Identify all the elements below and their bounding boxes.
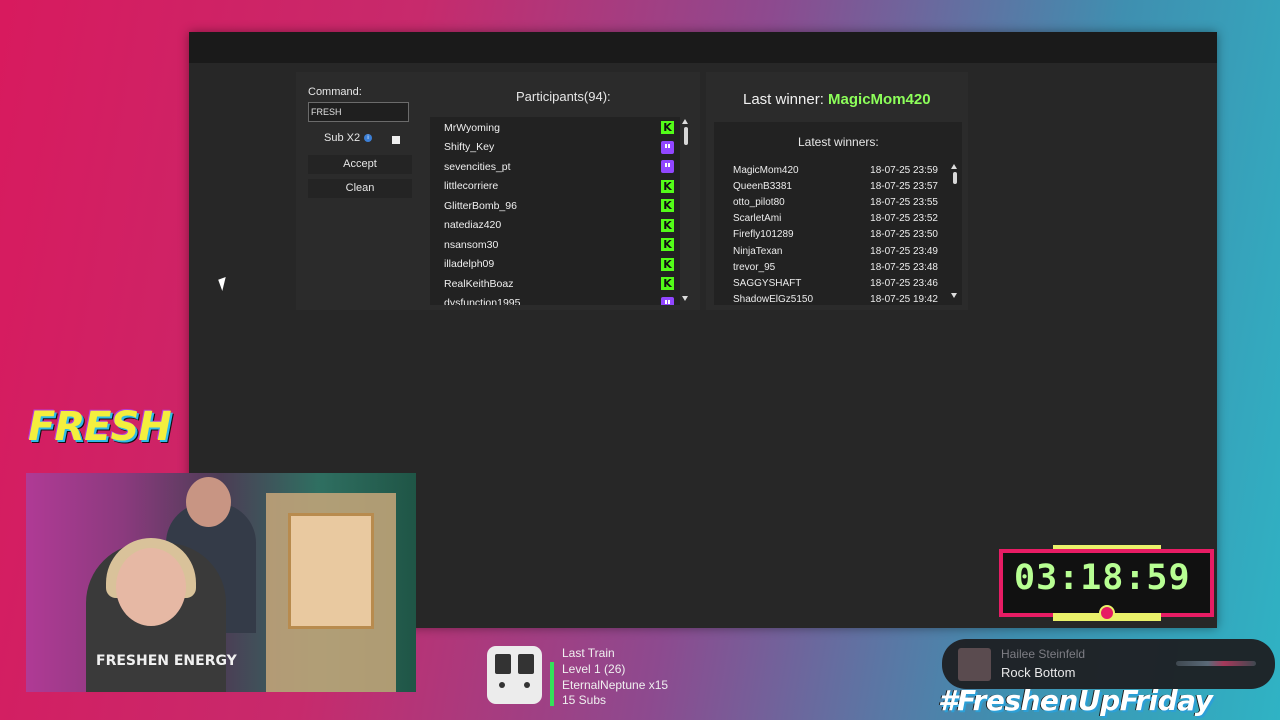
- winner-row[interactable]: SAGGYSHAFT 18-07-25 23:46: [733, 275, 938, 291]
- train-divider: [550, 662, 554, 706]
- winner-name: Firefly101289: [733, 229, 794, 241]
- winners-scrollbar[interactable]: [951, 164, 959, 302]
- scroll-thumb[interactable]: [953, 172, 957, 184]
- timer-value: 03:18:59: [1014, 558, 1191, 598]
- latest-winners-list[interactable]: MagicMom420 18-07-25 23:59 QueenB3381 18-07…: [0, 0, 1280, 305]
- webcam-person-seated-head: [116, 548, 186, 626]
- winner-row[interactable]: Firefly101289 18-07-25 23:50: [733, 227, 938, 243]
- winner-time: 18-07-25 23:49: [870, 245, 938, 257]
- train-subs: 15 Subs: [562, 693, 607, 707]
- winner-name: MagicMom420: [733, 164, 799, 176]
- winner-time: 18-07-25 23:57: [870, 180, 938, 192]
- train-title: Last Train: [562, 646, 615, 660]
- train-icon: [487, 646, 542, 704]
- winner-name: NinjaTexan: [733, 245, 783, 257]
- album-art: [958, 648, 991, 681]
- winner-time: 18-07-25 23:55: [870, 196, 938, 208]
- winner-time: 18-07-25 23:52: [870, 213, 938, 225]
- winner-row[interactable]: ScarletAmi 18-07-25 23:52: [733, 211, 938, 227]
- now-playing-progress: [1176, 661, 1256, 666]
- winner-row[interactable]: NinjaTexan 18-07-25 23:49: [733, 243, 938, 259]
- now-playing-artist: Hailee Steinfeld: [1001, 647, 1086, 661]
- timer-badge-icon: [1099, 605, 1115, 621]
- scroll-down-icon[interactable]: [951, 293, 957, 298]
- webcam-plinko-board: [288, 513, 374, 629]
- webcam-shirt-text: FRESHEN ENERGY: [96, 653, 237, 669]
- winner-row[interactable]: trevor_95 18-07-25 23:48: [733, 259, 938, 275]
- fresh-logo: FRESH: [28, 404, 172, 450]
- winner-name: trevor_95: [733, 261, 776, 273]
- train-level: Level 1 (26): [562, 662, 626, 676]
- winner-name: QueenB3381: [733, 180, 792, 192]
- winner-name: ShadowElGz5150: [733, 294, 814, 305]
- webcam-person-standing-head: [186, 477, 231, 527]
- hashtag-banner: #FreshenUpFriday: [938, 684, 1213, 717]
- winner-row[interactable]: MagicMom420 18-07-25 23:59: [733, 162, 938, 178]
- now-playing-title: Rock Bottom: [1001, 665, 1076, 680]
- winner-row[interactable]: QueenB3381 18-07-25 23:57: [733, 178, 938, 194]
- winner-time: 18-07-25 23:48: [870, 261, 938, 273]
- winner-time: 18-07-25 23:59: [870, 164, 938, 176]
- winner-time: 18-07-25 19:42: [870, 294, 938, 305]
- winner-name: otto_pilot80: [733, 196, 785, 208]
- winner-time: 18-07-25 23:50: [870, 229, 938, 241]
- winner-name: ScarletAmi: [733, 213, 782, 225]
- train-contributor: EternalNeptune x15: [562, 678, 669, 692]
- winner-name: SAGGYSHAFT: [733, 277, 802, 289]
- winner-row[interactable]: otto_pilot80 18-07-25 23:55: [733, 194, 938, 210]
- winner-time: 18-07-25 23:46: [870, 277, 938, 289]
- webcam-feed: FRESHEN ENERGY: [26, 473, 416, 692]
- scroll-up-icon[interactable]: [951, 164, 957, 169]
- winner-row[interactable]: ShadowElGz5150 18-07-25 19:42: [733, 292, 938, 305]
